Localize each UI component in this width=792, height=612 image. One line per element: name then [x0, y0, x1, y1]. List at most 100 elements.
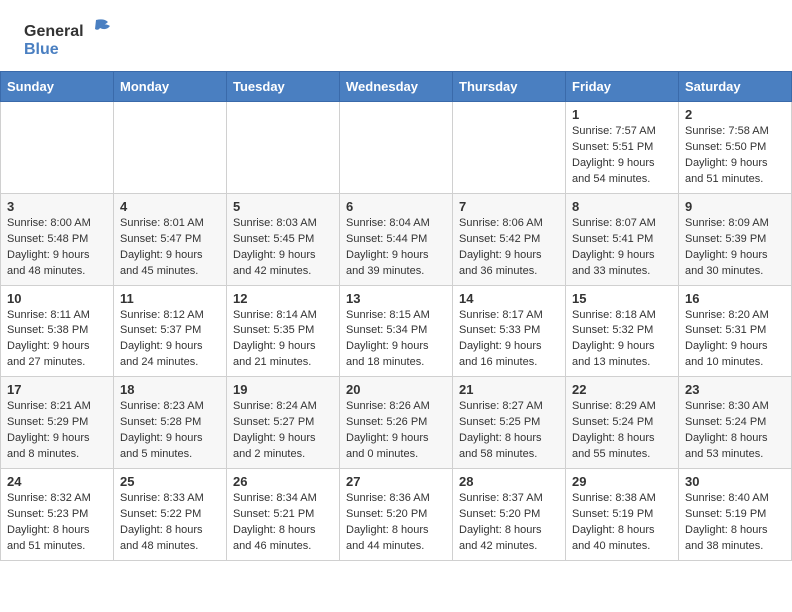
- calendar-cell: 9 Sunrise: 8:09 AM Sunset: 5:39 PM Daylig…: [679, 193, 792, 285]
- day-header-wednesday: Wednesday: [340, 72, 453, 102]
- day-info: Sunrise: 8:21 AM Sunset: 5:29 PM Dayligh…: [7, 399, 107, 463]
- day-number: 9: [685, 199, 785, 214]
- calendar-table: SundayMondayTuesdayWednesdayThursdayFrid…: [0, 71, 792, 561]
- day-number: 29: [572, 474, 672, 489]
- day-info: Sunrise: 8:03 AM Sunset: 5:45 PM Dayligh…: [233, 216, 333, 280]
- calendar-cell: 30Sunrise: 8:40 AM Sunset: 5:19 PM Dayli…: [679, 469, 792, 561]
- calendar-week-4: 17 Sunrise: 8:21 AM Sunset: 5:29 PM Dayli…: [1, 377, 792, 469]
- day-number: 10: [7, 291, 107, 306]
- svg-text:General: General: [24, 23, 84, 40]
- calendar-cell: 6 Sunrise: 8:04 AM Sunset: 5:44 PM Daylig…: [340, 193, 453, 285]
- calendar-cell: [340, 102, 453, 194]
- day-info: Sunrise: 8:17 AM Sunset: 5:33 PM Dayligh…: [459, 308, 559, 372]
- day-number: 15: [572, 291, 672, 306]
- day-number: 7: [459, 199, 559, 214]
- day-number: 3: [7, 199, 107, 214]
- day-number: 19: [233, 382, 333, 397]
- calendar-cell: 4 Sunrise: 8:01 AM Sunset: 5:47 PM Daylig…: [114, 193, 227, 285]
- day-info: Sunrise: 8:30 AM Sunset: 5:24 PM Dayligh…: [685, 399, 785, 463]
- calendar-cell: 24Sunrise: 8:32 AM Sunset: 5:23 PM Dayli…: [1, 469, 114, 561]
- day-info: Sunrise: 8:37 AM Sunset: 5:20 PM Dayligh…: [459, 491, 559, 555]
- calendar-cell: 14 Sunrise: 8:17 AM Sunset: 5:33 PM Dayli…: [453, 285, 566, 377]
- calendar-week-1: 1 Sunrise: 7:57 AM Sunset: 5:51 PM Daylig…: [1, 102, 792, 194]
- day-header-friday: Friday: [566, 72, 679, 102]
- day-info: Sunrise: 8:04 AM Sunset: 5:44 PM Dayligh…: [346, 216, 446, 280]
- day-number: 2: [685, 107, 785, 122]
- day-number: 4: [120, 199, 220, 214]
- day-number: 12: [233, 291, 333, 306]
- calendar-cell: 7 Sunrise: 8:06 AM Sunset: 5:42 PM Daylig…: [453, 193, 566, 285]
- day-info: Sunrise: 8:01 AM Sunset: 5:47 PM Dayligh…: [120, 216, 220, 280]
- calendar-cell: 22Sunrise: 8:29 AM Sunset: 5:24 PM Dayli…: [566, 377, 679, 469]
- day-info: Sunrise: 8:00 AM Sunset: 5:48 PM Dayligh…: [7, 216, 107, 280]
- page-header: General Blue: [0, 0, 792, 71]
- day-header-monday: Monday: [114, 72, 227, 102]
- day-number: 25: [120, 474, 220, 489]
- day-number: 14: [459, 291, 559, 306]
- calendar-cell: 12 Sunrise: 8:14 AM Sunset: 5:35 PM Dayli…: [227, 285, 340, 377]
- day-number: 8: [572, 199, 672, 214]
- calendar-cell: 5Sunrise: 8:03 AM Sunset: 5:45 PM Daylig…: [227, 193, 340, 285]
- calendar-cell: 15 Sunrise: 8:18 AM Sunset: 5:32 PM Dayli…: [566, 285, 679, 377]
- day-number: 22: [572, 382, 672, 397]
- calendar-cell: 21 Sunrise: 8:27 AM Sunset: 5:25 PM Dayli…: [453, 377, 566, 469]
- day-info: Sunrise: 8:20 AM Sunset: 5:31 PM Dayligh…: [685, 308, 785, 372]
- calendar-cell: 16 Sunrise: 8:20 AM Sunset: 5:31 PM Dayli…: [679, 285, 792, 377]
- day-info: Sunrise: 8:23 AM Sunset: 5:28 PM Dayligh…: [120, 399, 220, 463]
- day-info: Sunrise: 8:26 AM Sunset: 5:26 PM Dayligh…: [346, 399, 446, 463]
- day-number: 23: [685, 382, 785, 397]
- day-info: Sunrise: 8:36 AM Sunset: 5:20 PM Dayligh…: [346, 491, 446, 555]
- calendar-cell: 10 Sunrise: 8:11 AM Sunset: 5:38 PM Dayli…: [1, 285, 114, 377]
- calendar-cell: 26 Sunrise: 8:34 AM Sunset: 5:21 PM Dayli…: [227, 469, 340, 561]
- day-info: Sunrise: 7:57 AM Sunset: 5:51 PM Dayligh…: [572, 124, 672, 188]
- calendar-cell: 17 Sunrise: 8:21 AM Sunset: 5:29 PM Dayli…: [1, 377, 114, 469]
- calendar-cell: 29Sunrise: 8:38 AM Sunset: 5:19 PM Dayli…: [566, 469, 679, 561]
- day-number: 16: [685, 291, 785, 306]
- header-row: SundayMondayTuesdayWednesdayThursdayFrid…: [1, 72, 792, 102]
- day-number: 30: [685, 474, 785, 489]
- calendar-cell: 18 Sunrise: 8:23 AM Sunset: 5:28 PM Dayli…: [114, 377, 227, 469]
- calendar-cell: [227, 102, 340, 194]
- day-info: Sunrise: 8:34 AM Sunset: 5:21 PM Dayligh…: [233, 491, 333, 555]
- day-number: 18: [120, 382, 220, 397]
- logo: General Blue: [24, 18, 134, 63]
- calendar-cell: 23 Sunrise: 8:30 AM Sunset: 5:24 PM Dayli…: [679, 377, 792, 469]
- calendar-cell: [453, 102, 566, 194]
- day-info: Sunrise: 8:11 AM Sunset: 5:38 PM Dayligh…: [7, 308, 107, 372]
- day-info: Sunrise: 8:12 AM Sunset: 5:37 PM Dayligh…: [120, 308, 220, 372]
- day-header-thursday: Thursday: [453, 72, 566, 102]
- day-number: 20: [346, 382, 446, 397]
- day-number: 27: [346, 474, 446, 489]
- calendar-cell: 20 Sunrise: 8:26 AM Sunset: 5:26 PM Dayli…: [340, 377, 453, 469]
- calendar-week-5: 24Sunrise: 8:32 AM Sunset: 5:23 PM Dayli…: [1, 469, 792, 561]
- day-header-tuesday: Tuesday: [227, 72, 340, 102]
- day-info: Sunrise: 8:07 AM Sunset: 5:41 PM Dayligh…: [572, 216, 672, 280]
- day-info: Sunrise: 8:18 AM Sunset: 5:32 PM Dayligh…: [572, 308, 672, 372]
- calendar-cell: 2 Sunrise: 7:58 AM Sunset: 5:50 PM Daylig…: [679, 102, 792, 194]
- day-info: Sunrise: 8:33 AM Sunset: 5:22 PM Dayligh…: [120, 491, 220, 555]
- day-header-sunday: Sunday: [1, 72, 114, 102]
- calendar-week-2: 3 Sunrise: 8:00 AM Sunset: 5:48 PM Daylig…: [1, 193, 792, 285]
- calendar-cell: 1 Sunrise: 7:57 AM Sunset: 5:51 PM Daylig…: [566, 102, 679, 194]
- day-number: 26: [233, 474, 333, 489]
- day-number: 17: [7, 382, 107, 397]
- day-info: Sunrise: 8:14 AM Sunset: 5:35 PM Dayligh…: [233, 308, 333, 372]
- logo-icon: General Blue: [24, 18, 134, 63]
- day-info: Sunrise: 8:09 AM Sunset: 5:39 PM Dayligh…: [685, 216, 785, 280]
- day-number: 24: [7, 474, 107, 489]
- day-number: 13: [346, 291, 446, 306]
- calendar-week-3: 10 Sunrise: 8:11 AM Sunset: 5:38 PM Dayli…: [1, 285, 792, 377]
- calendar-cell: 25 Sunrise: 8:33 AM Sunset: 5:22 PM Dayli…: [114, 469, 227, 561]
- day-info: Sunrise: 8:15 AM Sunset: 5:34 PM Dayligh…: [346, 308, 446, 372]
- day-number: 21: [459, 382, 559, 397]
- day-info: Sunrise: 7:58 AM Sunset: 5:50 PM Dayligh…: [685, 124, 785, 188]
- day-info: Sunrise: 8:27 AM Sunset: 5:25 PM Dayligh…: [459, 399, 559, 463]
- day-header-saturday: Saturday: [679, 72, 792, 102]
- calendar-cell: [114, 102, 227, 194]
- calendar-cell: 13 Sunrise: 8:15 AM Sunset: 5:34 PM Dayli…: [340, 285, 453, 377]
- day-number: 1: [572, 107, 672, 122]
- calendar-header: SundayMondayTuesdayWednesdayThursdayFrid…: [1, 72, 792, 102]
- calendar-cell: 11Sunrise: 8:12 AM Sunset: 5:37 PM Dayli…: [114, 285, 227, 377]
- day-info: Sunrise: 8:06 AM Sunset: 5:42 PM Dayligh…: [459, 216, 559, 280]
- day-number: 6: [346, 199, 446, 214]
